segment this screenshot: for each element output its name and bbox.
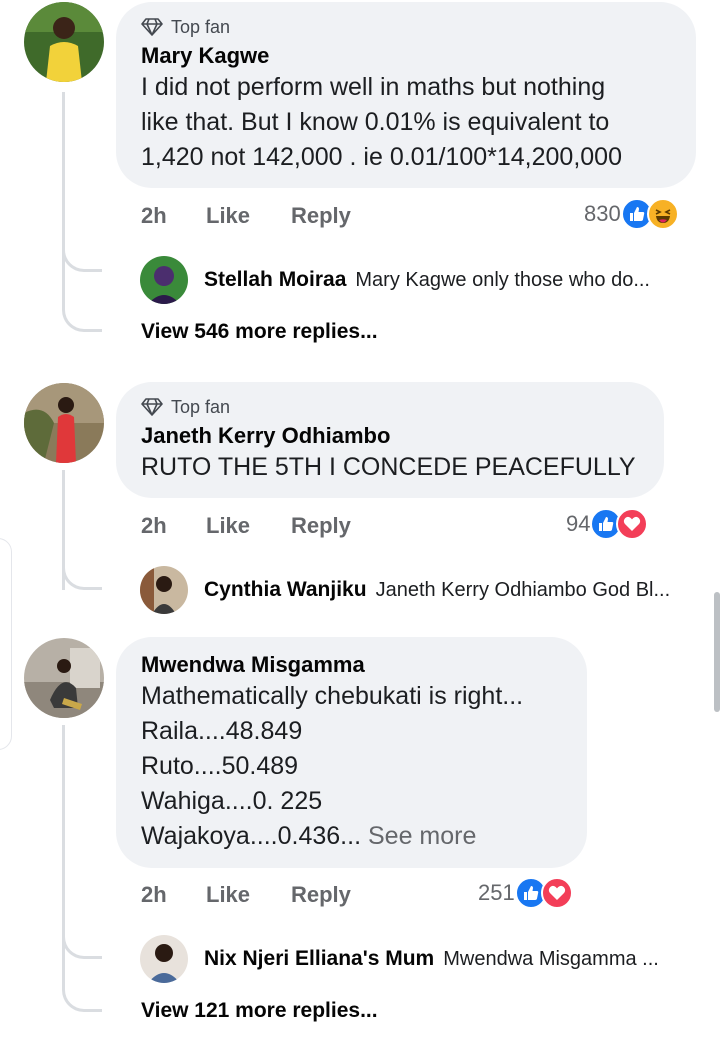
like-button[interactable]: Like (206, 882, 291, 908)
comment-actions: 2h Like Reply (141, 880, 351, 910)
reaction-summary[interactable]: 251 (478, 876, 573, 910)
top-fan-label: Top fan (171, 16, 231, 37)
reply-text: Mwendwa Misgamma ... (443, 947, 659, 970)
view-more-replies-link[interactable]: View 121 more replies... (141, 999, 378, 1023)
top-fan-label: Top fan (171, 396, 231, 417)
comment-actions: 2h Like Reply (141, 201, 351, 231)
reaction-count: 94 (566, 511, 591, 536)
reaction-summary[interactable]: 94 (566, 507, 649, 541)
reply-text: Mary Kagwe only those who do... (355, 268, 650, 291)
haha-reaction-icon (646, 198, 679, 230)
comment-text: I did not perform well in maths but noth… (141, 73, 622, 171)
reply-preview[interactable]: Stellah Moiraa Mary Kagwe only those who… (140, 256, 650, 304)
reaction-summary[interactable]: 830 (584, 197, 679, 231)
avatar[interactable] (24, 2, 104, 82)
comment-time[interactable]: 2h (141, 513, 206, 539)
reply-preview[interactable]: Nix Njeri Elliana's Mum Mwendwa Misgamma… (140, 935, 659, 983)
like-button[interactable]: Like (206, 513, 291, 539)
see-more-link[interactable]: See more (368, 822, 476, 850)
adjacent-card-edge (0, 538, 12, 750)
comment-author[interactable]: Mwendwa Misgamma (141, 651, 561, 679)
comment-bubble[interactable]: Top fan Janeth Kerry Odhiambo RUTO THE 5… (116, 382, 664, 498)
reply-button[interactable]: Reply (291, 203, 351, 229)
comment-author[interactable]: Mary Kagwe (141, 42, 670, 70)
comment-time[interactable]: 2h (141, 882, 206, 908)
reply-text: Janeth Kerry Odhiambo God Bl... (375, 578, 671, 601)
avatar[interactable] (24, 638, 104, 718)
thread-line (62, 92, 65, 310)
diamond-icon (141, 398, 163, 416)
reply-button[interactable]: Reply (291, 513, 351, 539)
like-button[interactable]: Like (206, 203, 291, 229)
reply-preview[interactable]: Cynthia Wanjiku Janeth Kerry Odhiambo Go… (140, 566, 670, 614)
top-fan-badge: Top fan (141, 396, 638, 418)
view-more-replies-link[interactable]: View 546 more replies... (141, 320, 378, 344)
reply-author[interactable]: Nix Njeri Elliana's Mum (204, 947, 434, 971)
reaction-count: 251 (478, 880, 515, 905)
avatar[interactable] (24, 383, 104, 463)
top-fan-badge: Top fan (141, 16, 670, 38)
comment-bubble[interactable]: Mwendwa Misgamma Mathematically chebukat… (116, 637, 587, 868)
comment-author[interactable]: Janeth Kerry Odhiambo (141, 422, 638, 450)
reply-author[interactable]: Cynthia Wanjiku (204, 578, 367, 602)
reply-author[interactable]: Stellah Moiraa (204, 268, 346, 292)
scrollbar[interactable] (714, 592, 720, 712)
comment-text: Mathematically chebukati is right... Rai… (141, 679, 561, 854)
reply-button[interactable]: Reply (291, 882, 351, 908)
thread-line (62, 725, 65, 990)
thread-branch (62, 568, 102, 590)
diamond-icon (141, 18, 163, 36)
comment-text: RUTO THE 5TH I CONCEDE PEACEFULLY (141, 453, 636, 481)
comment-time[interactable]: 2h (141, 203, 206, 229)
thread-branch (62, 937, 102, 959)
thread-branch (62, 990, 102, 1012)
thread-branch (62, 310, 102, 332)
thread-branch (62, 250, 102, 272)
reaction-count: 830 (584, 201, 621, 226)
love-reaction-icon (616, 508, 649, 540)
comment-actions: 2h Like Reply (141, 511, 351, 541)
love-reaction-icon (540, 877, 573, 909)
comment-bubble[interactable]: Top fan Mary Kagwe I did not perform wel… (116, 2, 696, 188)
